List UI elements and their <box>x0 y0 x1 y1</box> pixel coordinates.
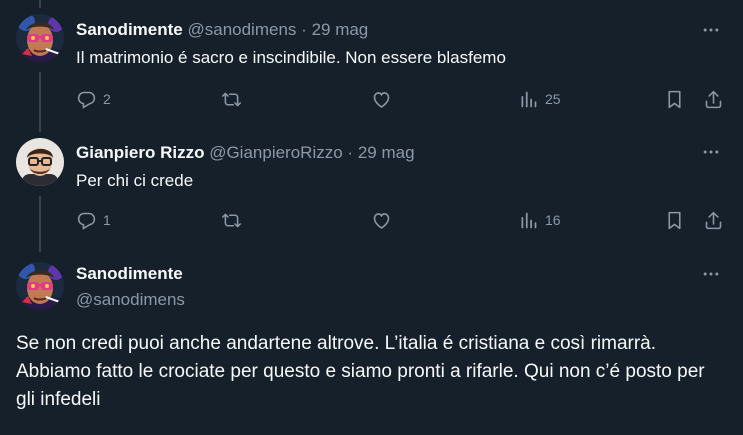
bookmark-icon <box>664 89 685 110</box>
user-handle[interactable]: @sanodimens <box>187 20 296 39</box>
reply-count: 2 <box>103 91 111 107</box>
heart-icon <box>371 89 392 110</box>
tweet-header: Sanodimente @sanodimens · 29 mag <box>76 20 368 40</box>
user-handle[interactable]: @sanodimens <box>76 290 185 310</box>
more-button[interactable] <box>699 142 723 162</box>
tweet-header: Gianpiero Rizzo @GianpieroRizzo · 29 mag <box>76 143 415 163</box>
separator-dot: · <box>347 143 354 162</box>
tweet-actions: 2 25 <box>76 87 727 111</box>
share-icon <box>703 89 724 110</box>
tweet-text: Se non credi puoi anche andartene altrov… <box>16 333 705 410</box>
avatar[interactable] <box>16 138 64 186</box>
views-count: 16 <box>545 212 561 228</box>
share-icon <box>703 210 724 231</box>
more-button[interactable] <box>699 20 723 40</box>
bookmark-button[interactable] <box>664 87 685 111</box>
user-handle[interactable]: @GianpieroRizzo <box>209 143 342 162</box>
user-name[interactable]: Sanodimente <box>76 264 183 284</box>
retweet-icon <box>221 89 242 110</box>
bookmark-button[interactable] <box>664 208 685 232</box>
more-icon <box>701 264 721 284</box>
thread-line <box>39 0 41 8</box>
like-button[interactable] <box>371 208 392 232</box>
retweet-button[interactable] <box>221 87 242 111</box>
tweet-actions: 1 16 <box>76 208 727 232</box>
tweet-text: Per chi ci crede <box>76 171 194 190</box>
reply-icon <box>76 89 97 110</box>
more-button[interactable] <box>699 264 723 284</box>
avatar[interactable] <box>16 14 64 62</box>
thread-line <box>39 196 41 252</box>
user-name[interactable]: Sanodimente <box>76 20 183 39</box>
thread-line <box>39 72 41 132</box>
views-button[interactable]: 16 <box>518 208 561 232</box>
views-icon <box>518 210 539 231</box>
more-icon <box>701 142 721 162</box>
user-name[interactable]: Gianpiero Rizzo <box>76 143 204 162</box>
retweet-icon <box>221 210 242 231</box>
avatar[interactable] <box>16 262 64 310</box>
tweet-date[interactable]: 29 mag <box>312 20 369 39</box>
separator-dot: · <box>301 20 307 39</box>
avatar-image <box>16 14 64 62</box>
bookmark-icon <box>664 210 685 231</box>
tweet-date[interactable]: 29 mag <box>358 143 415 162</box>
share-button[interactable] <box>703 208 724 232</box>
reply-count: 1 <box>103 212 111 228</box>
views-icon <box>518 89 539 110</box>
views-button[interactable]: 25 <box>518 87 561 111</box>
heart-icon <box>371 210 392 231</box>
like-button[interactable] <box>371 87 392 111</box>
tweet-text: Il matrimonio é sacro e inscindibile. No… <box>76 48 506 67</box>
reply-button[interactable]: 1 <box>76 208 111 232</box>
avatar-image <box>16 262 64 310</box>
retweet-button[interactable] <box>221 208 242 232</box>
views-count: 25 <box>545 91 561 107</box>
more-icon <box>701 20 721 40</box>
reply-button[interactable]: 2 <box>76 87 111 111</box>
reply-icon <box>76 210 97 231</box>
share-button[interactable] <box>703 87 724 111</box>
avatar-image <box>16 138 64 186</box>
